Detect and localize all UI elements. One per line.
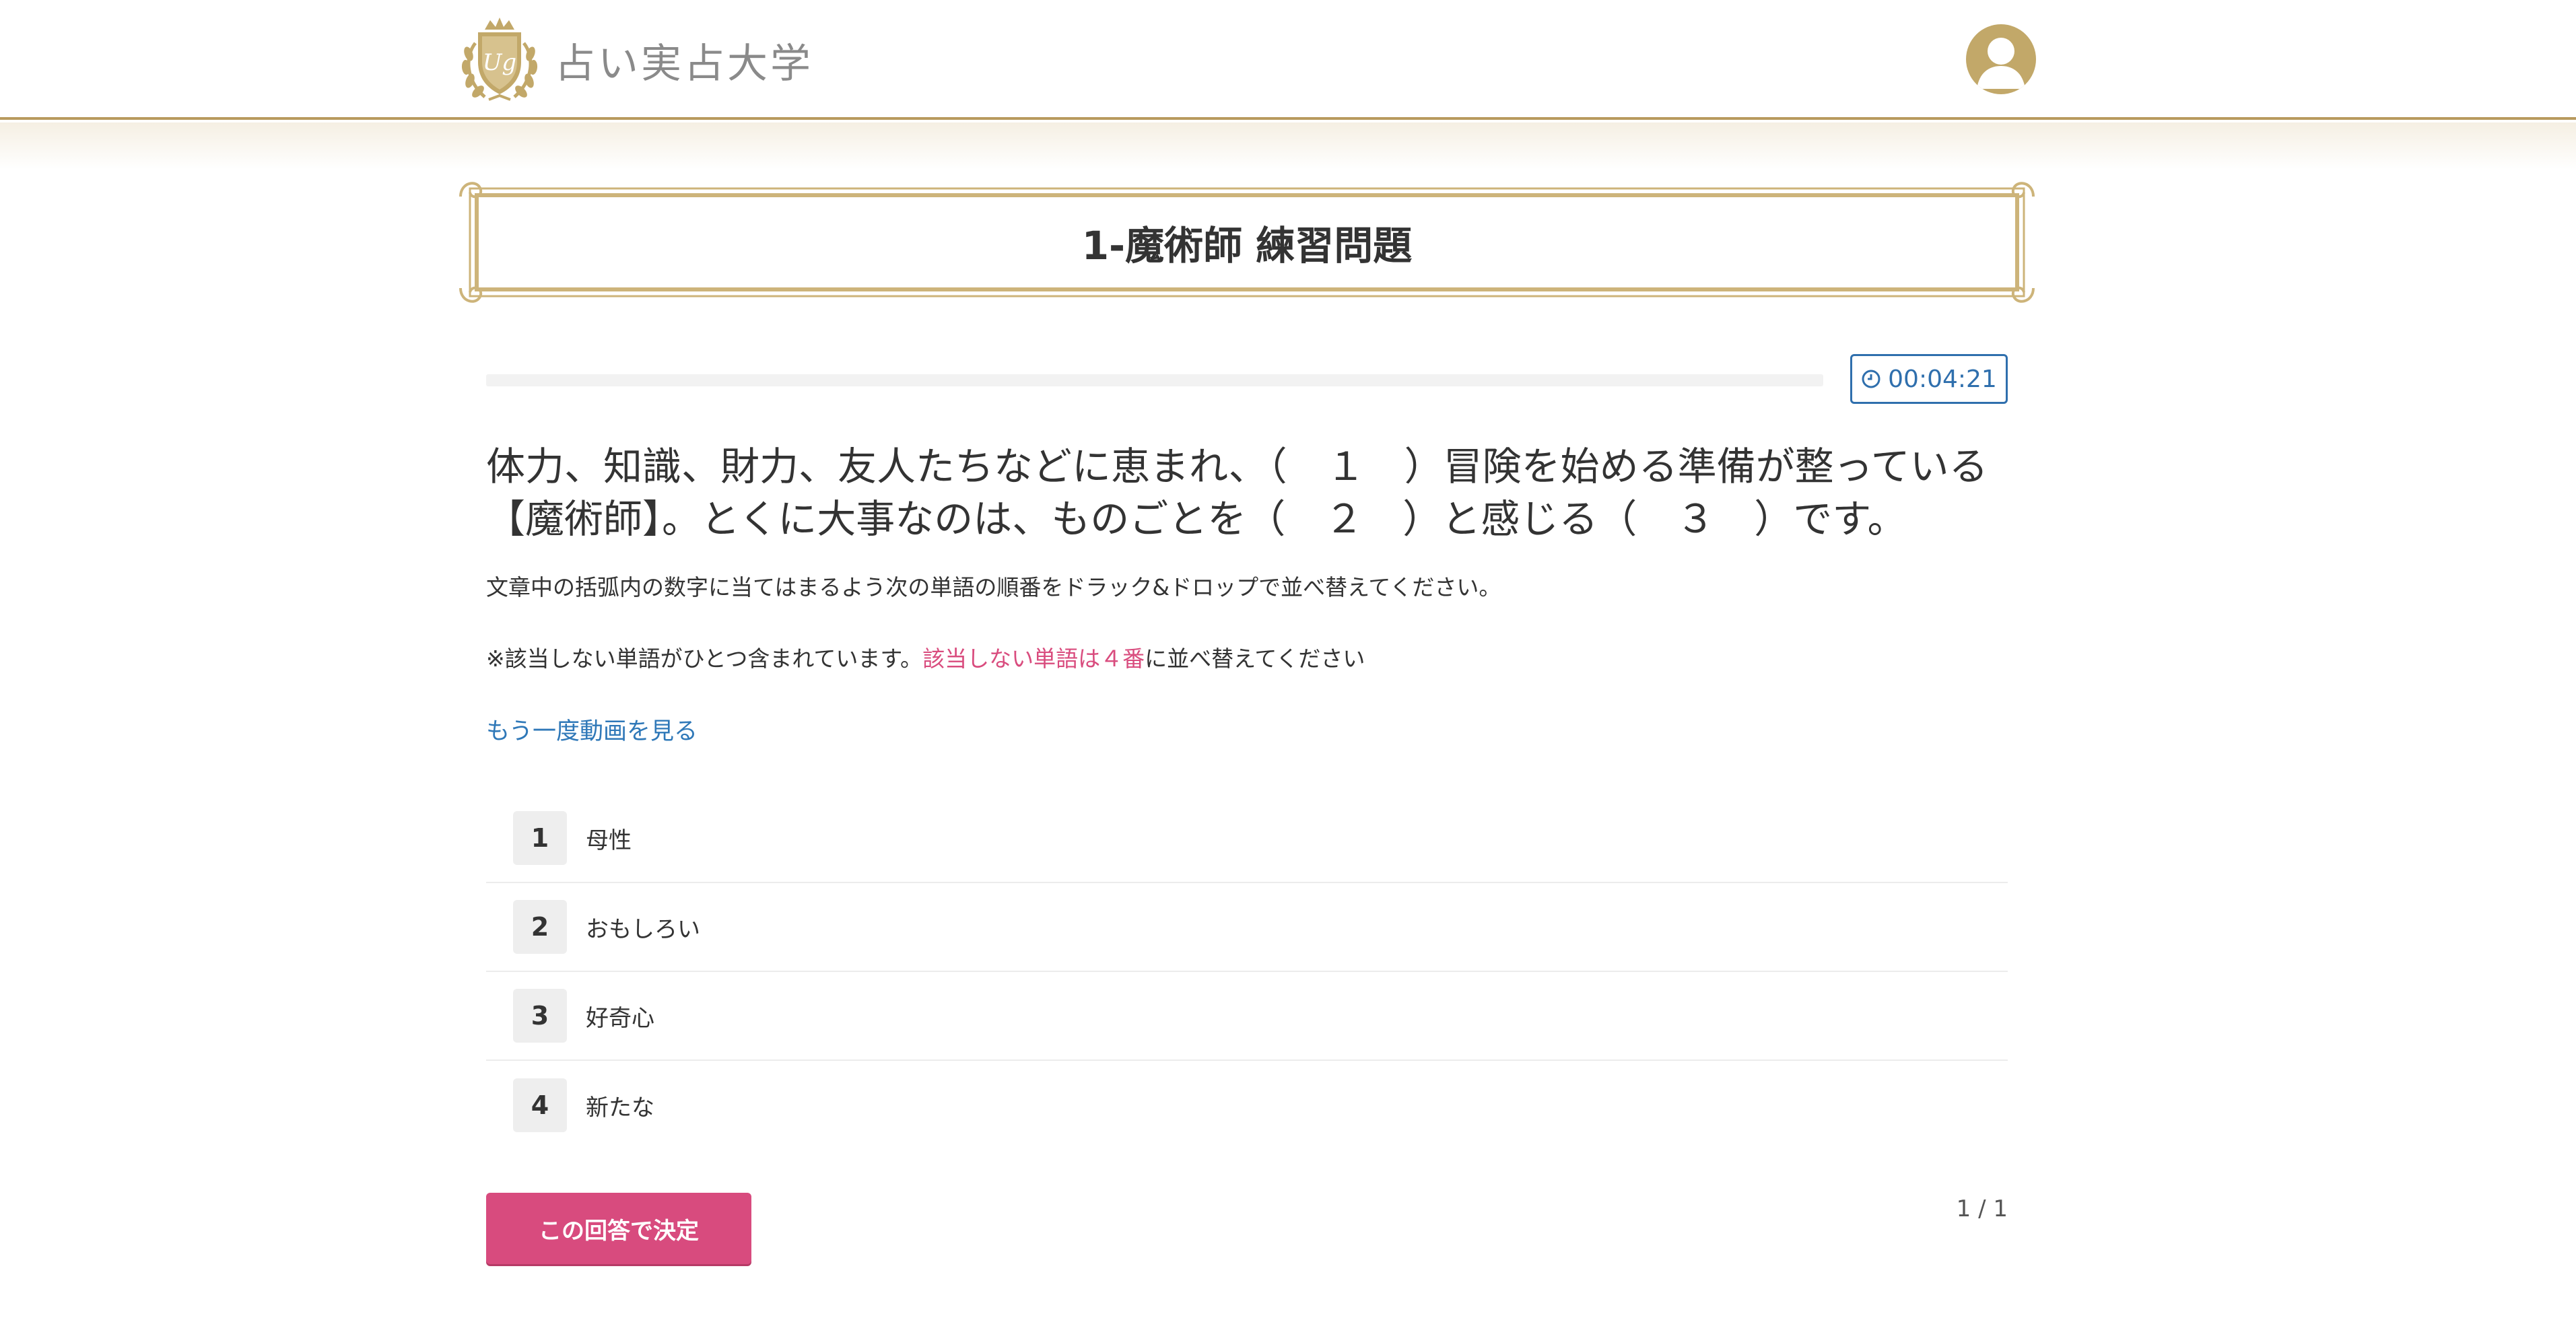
word-label: 新たな [586,1094,654,1121]
question-note: ※該当しない単語がひとつ含まれています。該当しない単語は４番に並べ替えてください [486,641,2028,673]
header-shadow [0,123,2576,170]
word-label: 母性 [586,827,632,854]
site-logo[interactable]: Ug 占い実占大学 [458,16,813,104]
laurel-crest-emblem-icon: Ug [458,16,541,104]
clock-icon [1862,370,1880,388]
word-label: おもしろい [586,915,700,943]
title-frame: 1-魔術師 練習問題 [458,176,2036,308]
word-item-2[interactable]: 2 おもしろい [486,883,2008,972]
word-number: 4 [513,1078,567,1132]
note-prefix: ※該当しない単語がひとつ含まれています。 [486,646,923,672]
sortable-word-list: 1 母性 2 おもしろい 3 好奇心 4 新たな [486,794,2008,1150]
word-number: 2 [513,900,567,954]
submit-answer-button[interactable]: この回答で決定 [486,1193,751,1264]
word-item-1[interactable]: 1 母性 [486,794,2008,883]
page-title: 1-魔術師 練習問題 [1081,223,1413,269]
note-highlight: 該当しない単語は４番 [922,646,1145,672]
page-indicator: 1 / 1 [1956,1195,2008,1222]
note-suffix: に並べ替えてください [1145,646,1365,672]
word-number: 1 [513,811,567,865]
word-item-4[interactable]: 4 新たな [486,1061,2008,1150]
question-text: 体力、知識、財力、友人たちなどに恵まれ、（ １ ）冒険を始める準備が整っている【… [486,444,1988,542]
svg-text:Ug: Ug [483,49,516,76]
rewatch-video-link[interactable]: もう一度動画を見る [486,712,698,746]
timer-value: 00:04:21 [1888,365,1997,393]
word-number: 3 [513,989,567,1043]
progress-bar [486,374,1823,386]
site-header: Ug 占い実占大学 [0,0,2576,120]
user-avatar-icon[interactable] [1966,24,2036,94]
word-label: 好奇心 [586,1004,654,1032]
word-item-3[interactable]: 3 好奇心 [486,972,2008,1061]
logo-text: 占い実占大学 [555,40,813,88]
timer-badge: 00:04:21 [1850,354,2008,404]
question-instruction: 文章中の括弧内の数字に当てはまるよう次の単語の順番をドラック&ドロップで並べ替え… [486,574,1501,600]
